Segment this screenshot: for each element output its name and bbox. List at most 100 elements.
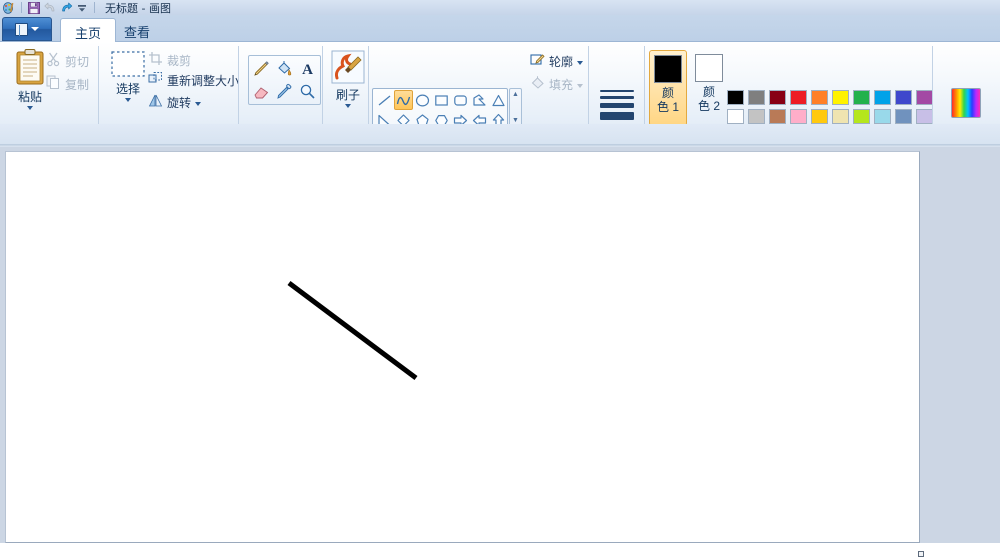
palette-cell-r1c3[interactable] xyxy=(767,88,788,107)
qat-separator xyxy=(21,2,22,13)
crop-icon xyxy=(148,51,163,69)
scroll-down-icon[interactable]: ▼ xyxy=(512,117,519,124)
color1-swatch xyxy=(654,55,682,83)
scroll-up-icon[interactable]: ▲ xyxy=(512,91,519,98)
palette-swatch xyxy=(811,109,828,124)
size-option-4[interactable] xyxy=(600,112,634,120)
size-option-1[interactable] xyxy=(600,90,634,92)
size-option-3[interactable] xyxy=(600,103,634,108)
shape-ellipse[interactable] xyxy=(413,90,432,110)
palette-swatch xyxy=(832,90,849,105)
palette-swatch xyxy=(769,90,786,105)
canvas-resize-handle-right[interactable] xyxy=(918,551,924,557)
brushes-label: 刷子 xyxy=(335,88,360,102)
rainbow-icon xyxy=(951,88,981,118)
cut-label: 剪切 xyxy=(65,54,90,69)
window-title: 无标题 - 画图 xyxy=(105,1,171,15)
save-icon[interactable] xyxy=(27,1,41,14)
color2-button[interactable]: 颜 色 2 xyxy=(690,50,728,126)
palette-swatch xyxy=(811,90,828,105)
redo-icon[interactable] xyxy=(59,1,73,14)
resize-icon xyxy=(148,71,163,89)
color1-button[interactable]: 颜 色 1 xyxy=(649,50,687,126)
color2-label-line1: 颜 xyxy=(702,85,715,99)
brush-icon xyxy=(331,50,365,87)
eraser-tool[interactable] xyxy=(250,80,273,103)
palette-swatch xyxy=(895,90,912,105)
palette-swatch xyxy=(916,109,933,124)
crop-label: 裁剪 xyxy=(167,53,192,68)
fill-label: 填充 xyxy=(549,77,574,92)
resize-button[interactable]: 重新调整大小 xyxy=(148,71,239,89)
quick-access-toolbar xyxy=(2,1,98,15)
palette-swatch xyxy=(895,109,912,124)
palette-swatch xyxy=(916,90,933,105)
outline-dropdown-icon[interactable] xyxy=(577,61,584,65)
outline-label: 轮廓 xyxy=(549,54,574,69)
tab-home[interactable]: 主页 xyxy=(60,18,117,42)
fill-tool[interactable] xyxy=(273,57,296,80)
palette-cell-r1c2[interactable] xyxy=(746,88,767,107)
rotate-icon xyxy=(148,93,163,111)
undo-icon xyxy=(43,1,57,14)
color1-label-line1: 颜 xyxy=(661,86,674,100)
pencil-tool[interactable] xyxy=(250,57,273,80)
palette-cell-r1c9[interactable] xyxy=(893,88,914,107)
palette-cell-r1c6[interactable] xyxy=(830,88,851,107)
color2-swatch xyxy=(695,54,723,82)
tools-grid: A xyxy=(248,55,321,105)
rotate-button[interactable]: 旋转 xyxy=(148,93,202,111)
group-label-strip xyxy=(0,124,1000,144)
palette-swatch xyxy=(853,109,870,124)
palette-swatch xyxy=(769,109,786,124)
rotate-label: 旋转 xyxy=(167,95,192,110)
chevron-down-icon xyxy=(31,27,39,31)
shape-line[interactable] xyxy=(375,90,394,110)
outline-button[interactable]: 轮廓 xyxy=(530,52,584,70)
shape-polygon[interactable] xyxy=(470,90,489,110)
shape-curve[interactable] xyxy=(394,90,413,110)
palette-cell-r1c1[interactable] xyxy=(725,88,746,107)
palette-cell-r1c7[interactable] xyxy=(851,88,872,107)
palette-swatch xyxy=(853,90,870,105)
size-option-2[interactable] xyxy=(600,96,634,99)
drawing-canvas[interactable] xyxy=(5,151,920,543)
paint-menu-button[interactable] xyxy=(2,17,52,41)
shape-triangle[interactable] xyxy=(489,90,508,110)
palette-cell-r1c4[interactable] xyxy=(788,88,809,107)
palette-cell-r1c5[interactable] xyxy=(809,88,830,107)
palette-cell-r1c8[interactable] xyxy=(872,88,893,107)
scissors-icon xyxy=(46,52,61,70)
palette-swatch xyxy=(727,90,744,105)
text-tool[interactable]: A xyxy=(296,57,319,80)
color-picker-tool[interactable] xyxy=(273,80,296,103)
menu-icon xyxy=(15,22,28,36)
select-dropdown-icon[interactable] xyxy=(125,98,131,102)
color2-label-line2: 色 2 xyxy=(697,99,720,113)
copy-label: 复制 xyxy=(65,77,90,92)
color1-label-line2: 色 1 xyxy=(656,100,679,114)
shape-rounded-rectangle[interactable] xyxy=(451,90,470,110)
copy-button: 复制 xyxy=(46,75,89,93)
palette-swatch xyxy=(727,109,744,124)
brushes-button[interactable]: 刷子 xyxy=(328,50,368,108)
brushes-dropdown-icon[interactable] xyxy=(345,104,351,108)
magnifier-tool[interactable] xyxy=(296,80,319,103)
work-area xyxy=(0,147,1000,557)
cut-button: 剪切 xyxy=(46,52,89,70)
paint-icon[interactable] xyxy=(2,1,16,14)
palette-swatch xyxy=(874,90,891,105)
crop-button: 裁剪 xyxy=(148,51,191,69)
fill-dropdown-icon xyxy=(577,84,584,88)
select-button[interactable]: 选择 xyxy=(106,50,150,102)
tab-view[interactable]: 查看 xyxy=(110,18,164,42)
canvas-ink xyxy=(287,280,418,381)
resize-label: 重新调整大小 xyxy=(167,73,240,88)
rotate-dropdown-icon[interactable] xyxy=(195,102,202,106)
title-bar: 无标题 - 画图 xyxy=(0,0,1000,15)
shape-rectangle[interactable] xyxy=(432,90,451,110)
customize-quick-access-icon[interactable] xyxy=(75,1,89,14)
select-label: 选择 xyxy=(115,82,140,96)
outline-icon xyxy=(530,52,545,70)
paste-dropdown-icon[interactable] xyxy=(27,106,33,110)
